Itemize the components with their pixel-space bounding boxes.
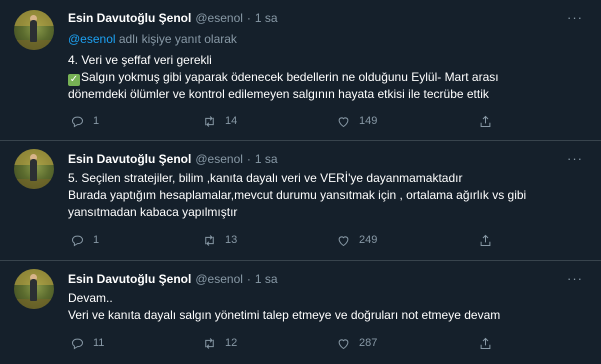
reply-count: 11 [93,337,105,349]
reply-context: @esenol adlı kişiye yanıt olarak [68,32,237,46]
tweet-text: 5. Seçilen stratejiler, bilim ,kanıta da… [68,170,578,221]
share-icon [480,234,491,246]
avatar[interactable] [14,10,54,50]
tweet-actions: 1 14 149 [64,112,504,130]
like-icon [338,116,349,127]
check-mark-icon: ✓ [68,74,80,86]
retweet-count: 14 [225,115,238,127]
author-handle[interactable]: @esenol [195,272,243,286]
reply-button[interactable]: 1 [70,231,99,249]
retweet-button[interactable]: 12 [202,334,237,352]
like-button[interactable]: 149 [336,112,377,130]
tweet-text: Devam.. Veri ve kanıta dayalı salgın yön… [68,290,578,324]
reply-icon [71,235,83,246]
retweet-button[interactable]: 14 [202,112,237,130]
retweet-button[interactable]: 13 [202,231,237,249]
like-button[interactable]: 249 [336,231,377,249]
reply-icon [71,116,83,127]
tweet[interactable]: Esin Davutoğlu Şenol @esenol · 1 sa ··· … [0,0,601,140]
author-name[interactable]: Esin Davutoğlu Şenol [68,272,191,286]
reply-count: 1 [93,115,100,127]
tweet-text-line: Devam.. [68,291,113,305]
reply-context-label: adlı kişiye yanıt olarak [115,32,237,46]
tweet[interactable]: Esin Davutoğlu Şenol @esenol · 1 sa ··· … [0,261,601,364]
tweet-text: 4. Veri ve şeffaf veri gerekli ✓ Salgın y… [68,52,578,103]
more-icon[interactable]: ··· [567,272,583,289]
reply-button[interactable]: 1 [70,112,99,130]
tweet-timestamp[interactable]: 1 sa [255,272,278,286]
share-icon [480,337,491,349]
retweet-icon [205,115,214,127]
share-button[interactable] [478,334,493,352]
reply-button[interactable]: 11 [70,334,104,352]
share-icon [480,115,491,127]
tweet-actions: 11 12 287 [64,334,504,352]
separator-dot: · [246,152,251,166]
share-button[interactable] [478,112,493,130]
tweet-text-line: Burada yaptığım hesaplamalar,mevcut duru… [68,188,527,202]
more-icon[interactable]: ··· [567,11,583,28]
share-button[interactable] [478,231,493,249]
tweet-text-line: 5. Seçilen stratejiler, bilim ,kanıta da… [68,171,463,185]
tweet-timestamp[interactable]: 1 sa [255,152,278,166]
tweet-text-line-with-check: ✓ Salgın yokmuş gibi yaparak ödenecek bed… [68,70,499,86]
tweet-actions: 1 13 249 [64,231,504,249]
tweet-text-line: yansıtmadan kabaca yapılmıştır [68,205,238,219]
author-handle[interactable]: @esenol [195,152,243,166]
like-button[interactable]: 287 [336,334,377,352]
avatar[interactable] [14,149,54,189]
reply-icon [71,338,83,349]
author-handle[interactable]: @esenol [195,11,243,25]
avatar[interactable] [14,269,54,309]
retweet-count: 12 [225,337,238,349]
like-icon [338,235,349,246]
separator-dot: · [246,11,251,25]
tweet-text-line: dönemdeki ölümler ve kontrol edilemeyen … [68,87,489,101]
like-count: 149 [359,115,378,127]
reply-count: 1 [93,234,100,246]
tweet-text-line: 4. Veri ve şeffaf veri gerekli [68,53,212,67]
like-icon [338,338,349,349]
like-count: 249 [359,234,378,246]
separator-dot: · [246,272,251,286]
reply-mention-link[interactable]: @esenol [68,32,116,46]
retweet-count: 13 [225,234,238,246]
retweet-icon [205,234,214,246]
tweet-text-line: Veri ve kanıta dayalı salgın yönetimi ta… [68,308,501,322]
tweet[interactable]: Esin Davutoğlu Şenol @esenol · 1 sa ··· … [0,141,601,260]
author-name[interactable]: Esin Davutoğlu Şenol [68,11,191,25]
more-icon[interactable]: ··· [567,152,583,169]
like-count: 287 [359,337,378,349]
retweet-icon [205,337,214,349]
tweet-timestamp[interactable]: 1 sa [255,11,278,25]
author-name[interactable]: Esin Davutoğlu Şenol [68,152,191,166]
